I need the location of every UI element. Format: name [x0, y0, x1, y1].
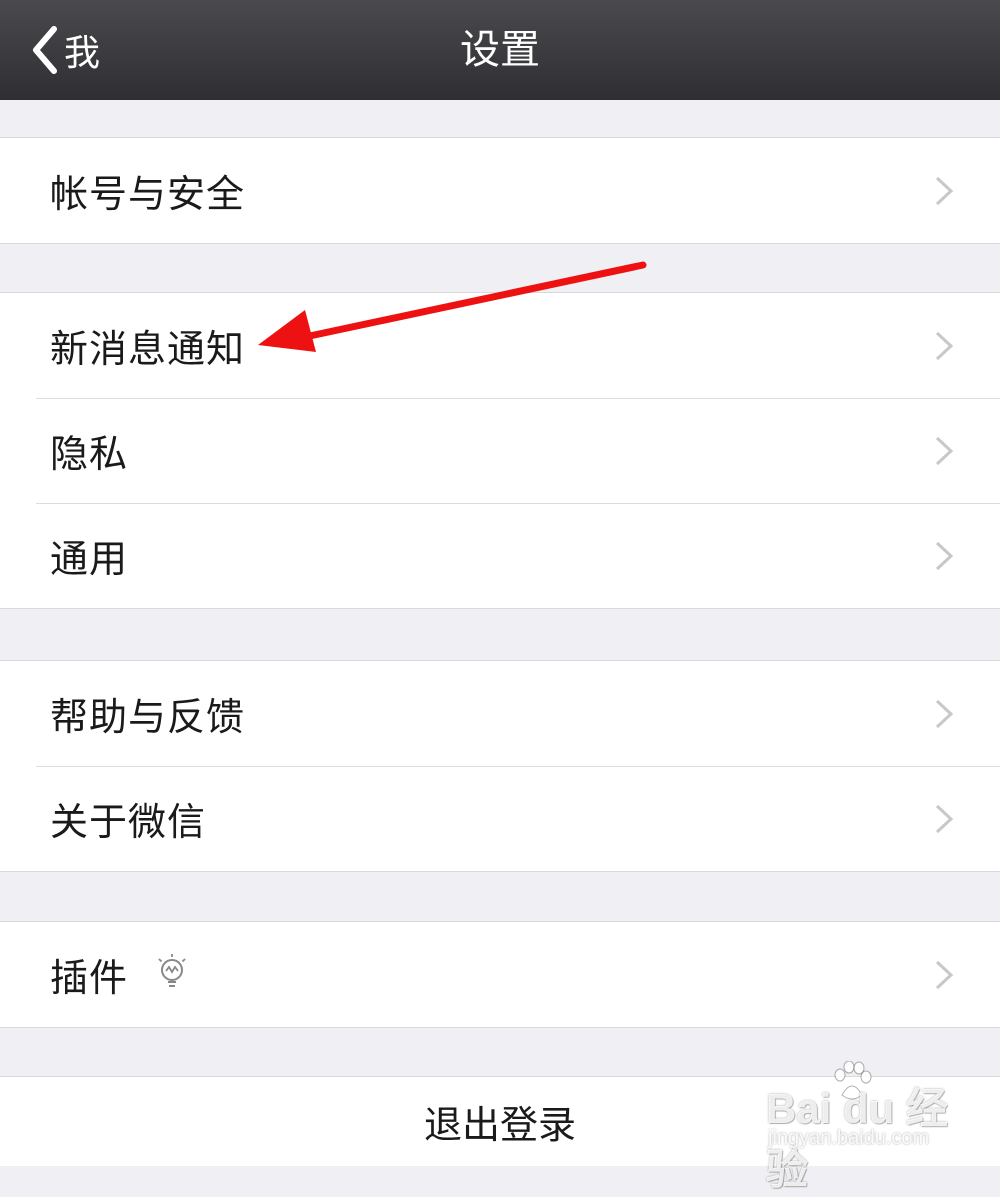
settings-item-plugins[interactable]: 插件: [0, 922, 1000, 1027]
chevron-right-icon: [934, 699, 954, 733]
chevron-right-icon: [934, 436, 954, 470]
settings-item-privacy[interactable]: 隐私: [0, 398, 1000, 503]
chevron-right-icon: [934, 804, 954, 838]
page-title: 设置: [460, 27, 540, 73]
settings-item-label: 隐私: [50, 432, 129, 476]
settings-item-help-feedback[interactable]: 帮助与反馈: [0, 661, 1000, 766]
settings-item-label: 插件: [50, 956, 129, 1000]
settings-item-about-wechat[interactable]: 关于微信: [0, 766, 1000, 871]
settings-group-plugins: 插件: [0, 921, 1000, 1028]
settings-group-general: 新消息通知 隐私 通用: [0, 292, 1000, 609]
settings-item-general[interactable]: 通用: [0, 503, 1000, 608]
settings-item-label: 帐号与安全: [50, 172, 246, 216]
chevron-right-icon: [934, 960, 954, 994]
settings-group-help: 帮助与反馈 关于微信: [0, 660, 1000, 872]
navigation-bar: 我 设置: [0, 0, 1000, 100]
settings-item-label: 关于微信: [50, 800, 207, 844]
settings-item-label: 新消息通知: [50, 327, 246, 371]
logout-label: 退出登录: [423, 1103, 576, 1147]
settings-item-label: 通用: [50, 537, 129, 581]
baidu-watermark: Bai du 经验 jingyan.baidu.com: [762, 1055, 987, 1193]
lightbulb-icon: [154, 953, 190, 997]
chevron-right-icon: [934, 176, 954, 210]
settings-item-account-security[interactable]: 帐号与安全: [0, 138, 1000, 243]
settings-group-account: 帐号与安全: [0, 137, 1000, 244]
settings-item-label: 帮助与反馈: [50, 695, 246, 739]
settings-item-new-message-notifications[interactable]: 新消息通知: [0, 293, 1000, 398]
chevron-right-icon: [934, 541, 954, 575]
watermark-url: jingyan.baidu.com: [768, 1127, 930, 1149]
chevron-right-icon: [934, 331, 954, 365]
